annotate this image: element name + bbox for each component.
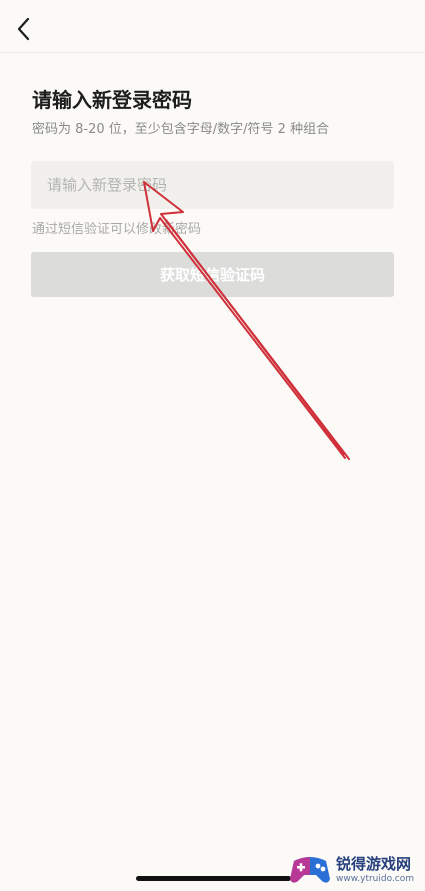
password-rule-hint: 密码为 8-20 位，至少包含字母/数字/符号 2 种组合 [32,122,330,137]
chevron-left-icon [17,17,30,41]
sms-verify-hint: 通过短信验证可以修改新密码 [32,222,202,237]
watermark-url: www.ytruido.com [336,873,415,884]
back-button[interactable] [10,14,36,44]
navigation-bar [0,0,425,53]
new-password-input[interactable] [31,161,394,209]
password-field[interactable] [31,161,394,209]
watermark: 锐得游戏网 www.ytruido.com [288,852,423,888]
get-sms-code-button[interactable]: 获取短信验证码 [31,252,394,297]
reset-password-screen: 请输入新登录密码 密码为 8-20 位，至少包含字母/数字/符号 2 种组合 通… [0,0,425,891]
page-title: 请输入新登录密码 [32,88,192,112]
home-indicator [136,876,291,881]
watermark-brand: 锐得游戏网 [336,854,412,873]
game-controller-logo-icon [290,857,330,883]
